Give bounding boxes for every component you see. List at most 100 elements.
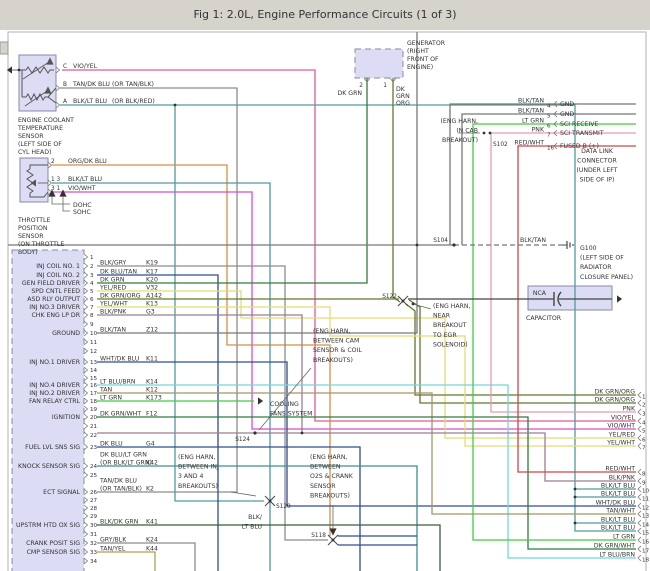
generator-label: GENERATOR: [407, 40, 446, 47]
generator-pin-number: 1: [383, 83, 387, 89]
splice-dot-icon: [253, 431, 257, 435]
ect-pin-number: B: [63, 82, 67, 88]
note-inj34: BREAKOUTS): [178, 483, 218, 490]
pcm-circuit-label: FAN RELAY CTRL: [29, 398, 81, 405]
note-in-cab: (ENG HARN,: [441, 118, 479, 125]
exit-pin-number: 13: [642, 514, 650, 520]
pcm-wire-label: GRY/BLK: [100, 537, 127, 544]
pcm-circuit-label: FUEL LVL SNS SIG: [25, 444, 80, 451]
pcm-pin-number: 27: [90, 498, 98, 504]
pcm-circuit-label: ASD RLY OUTPUT: [27, 296, 80, 303]
pcm-wire-label: DK BLU/TAN: [100, 269, 137, 276]
junction-dot: [573, 487, 577, 491]
generator-pin-number: 2: [359, 83, 363, 89]
splice-label: S118: [311, 533, 326, 539]
exit-wire-label: BLK/LT BLU: [601, 525, 635, 532]
pcm-wire-label: TAN/DK BLU: [99, 478, 137, 485]
exit-wire-label: PNK: [623, 406, 636, 413]
exit-pin-number: 6: [642, 438, 646, 444]
generator-wire-label: GRN: [396, 93, 410, 100]
pcm-pin-number: 8: [90, 313, 94, 319]
junction-dot: [17, 68, 21, 72]
ect-wire-alt-label: (OR TAN/BLK): [112, 81, 154, 88]
pcm-pin-number: 7: [90, 305, 94, 311]
ect-pin-number: C: [63, 64, 67, 70]
pcm-wire-label: (OR TAN/BLK): [100, 486, 142, 493]
pcm-pin-number: 19: [90, 407, 98, 413]
pcm-circuit-code: K19: [146, 260, 158, 267]
generator-label: FRONT OF: [407, 56, 439, 63]
junction-dot: [411, 302, 415, 306]
pcm-circuit-code: Z12: [146, 327, 158, 334]
exit-pin-number: 4: [642, 421, 646, 427]
dlc-function-label: GND: [560, 111, 574, 118]
pcm-pin-number: 12: [90, 349, 97, 355]
pcm-pin-number: 25: [90, 473, 98, 479]
pcm-circuit-code: G3: [146, 309, 155, 316]
pcm-wire-label: YEL/RED: [99, 285, 126, 292]
note-cam: SENSOR & COIL: [313, 347, 362, 354]
dlc-label: CONNECTOR: [577, 158, 617, 165]
pcm-circuit-code: K14: [146, 379, 158, 386]
generator-label: ENGINE): [407, 64, 433, 71]
pcm-circuit-code: A142: [146, 293, 162, 300]
pcm-circuit-label: INJ NO.2 DRIVER: [29, 390, 80, 397]
dlc-function-label: SCI RECEIVE: [560, 121, 599, 128]
junction-dot: [573, 495, 577, 499]
exit-pin-number: 12: [642, 506, 649, 512]
note-o2s: SENSOR: [310, 483, 336, 490]
junction-dot: [300, 431, 304, 435]
pcm-circuit-label: KNOCK SENSOR SIG: [18, 463, 80, 470]
tps-pin-number: 2: [51, 159, 55, 165]
tps-wire-label: VIO/WHT: [68, 185, 96, 192]
note-cooling: COOLING: [270, 401, 299, 408]
tps-wire-label: BLK/LT BLU: [68, 176, 102, 183]
splice-label: S124: [235, 437, 250, 443]
note-in-cab: BREAKOUT): [442, 137, 478, 144]
pcm-circuit-code: K11: [146, 356, 158, 363]
exit-wire-label: VIO/YEL: [611, 415, 636, 422]
dlc-wire-label: BLK/TAN: [518, 108, 544, 115]
pcm-wire-label: WHT/DK BLU: [100, 356, 139, 363]
pcm-wire-label: (OR BLK/LT GRN): [100, 460, 152, 467]
ect-label: SENSOR: [18, 133, 44, 140]
pcm-circuit-label: GROUND: [52, 330, 80, 337]
dlc-wire-label: PNK: [532, 127, 545, 134]
note-g100: G100: [580, 245, 597, 252]
figure-window: Fig 1: 2.0L, Engine Performance Circuits…: [0, 0, 650, 571]
pcm-wire-label: DK BLU: [100, 441, 123, 448]
pcm-wire-label: TAN: [99, 387, 113, 394]
exit-pin-number: 1: [642, 395, 646, 401]
pcm-pin-number: 13: [90, 360, 98, 366]
exit-pin-number: 18: [642, 558, 650, 564]
dlc-pin-number: 5: [547, 114, 551, 120]
exit-pin-number: 15: [642, 531, 650, 537]
note-g100: RADIATOR: [580, 264, 612, 271]
dlc-label: SIDE OF IP): [580, 177, 615, 184]
note-cam: BETWEEN CAM: [313, 338, 359, 345]
pcm-wire-label: DK GRN/ORG: [100, 293, 141, 300]
tps-pin-number: 1 3: [51, 177, 61, 183]
tps-label: POSITION: [18, 225, 48, 232]
pcm-circuit-label: INJ NO.1 DRIVER: [29, 359, 80, 366]
exit-wire-label: WHT/DK BLU: [596, 500, 635, 507]
note-inj34: (ENG HARN,: [178, 454, 216, 461]
pcm-circuit-code: K17: [146, 269, 158, 276]
pcm-pin-number: 23: [90, 445, 98, 451]
dlc-pin-number: 16: [547, 146, 555, 152]
pcm-pin-number: 16: [90, 383, 98, 389]
exit-wire-label: BLK/LT BLU: [601, 483, 635, 490]
generator-label: (RIGHT: [407, 48, 429, 55]
ect-label: TEMPERATURE: [17, 125, 63, 132]
pcm-circuit-label: SPD CNTL FEED: [31, 288, 80, 295]
pcm-circuit-code: F12: [146, 411, 157, 418]
exit-wire-label: DK GRN/WHT: [594, 543, 635, 550]
note-cam: BREAKOUTS): [313, 357, 353, 364]
pcm-pin-number: 1: [90, 255, 94, 261]
dlc-function-label: GND: [560, 101, 574, 108]
pcm-pin-number: 4: [90, 281, 94, 287]
dlc-wire-label: RED/WHT: [514, 140, 544, 147]
pcm-pin-number: 3: [90, 273, 94, 279]
note-egr: NEAR: [433, 313, 451, 320]
exit-pin-number: 5: [642, 429, 646, 435]
